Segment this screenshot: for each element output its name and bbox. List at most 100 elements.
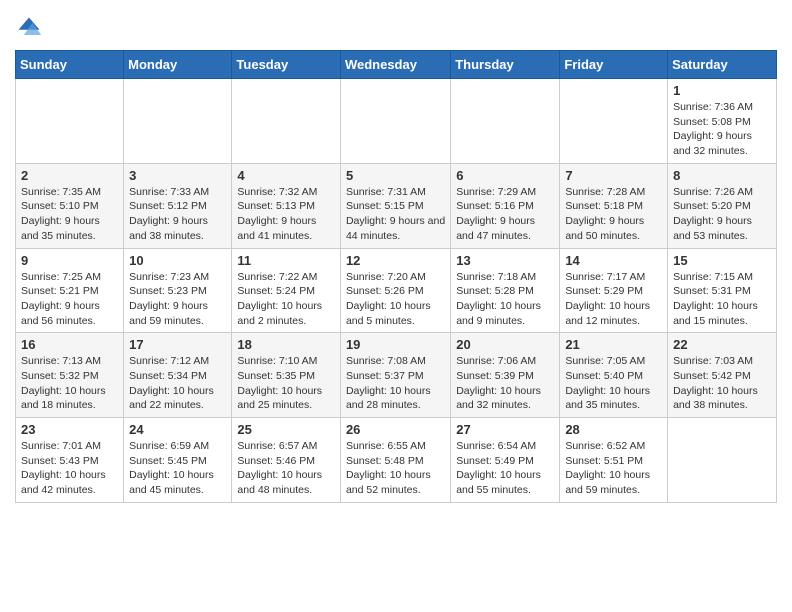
day-info: Sunrise: 7:08 AM Sunset: 5:37 PM Dayligh… [346,354,445,413]
day-info: Sunrise: 7:06 AM Sunset: 5:39 PM Dayligh… [456,354,554,413]
day-info: Sunrise: 7:15 AM Sunset: 5:31 PM Dayligh… [673,270,771,329]
calendar-cell: 19 Sunrise: 7:08 AM Sunset: 5:37 PM Dayli… [340,333,450,418]
calendar-week-row: 9 Sunrise: 7:25 AM Sunset: 5:21 PM Daylig… [16,248,777,333]
calendar-header-thursday: Thursday [451,51,560,79]
day-number: 4 [237,168,335,183]
calendar-cell: 12 Sunrise: 7:20 AM Sunset: 5:26 PM Dayli… [340,248,450,333]
calendar-cell: 10 Sunrise: 7:23 AM Sunset: 5:23 PM Dayli… [124,248,232,333]
calendar-cell: 26 Sunrise: 6:55 AM Sunset: 5:48 PM Dayli… [340,418,450,503]
calendar-cell: 16 Sunrise: 7:13 AM Sunset: 5:32 PM Dayli… [16,333,124,418]
calendar-cell: 1 Sunrise: 7:36 AM Sunset: 5:08 PM Daylig… [668,79,777,164]
calendar-header-sunday: Sunday [16,51,124,79]
day-number: 25 [237,422,335,437]
calendar-cell: 13 Sunrise: 7:18 AM Sunset: 5:28 PM Dayli… [451,248,560,333]
day-number: 3 [129,168,226,183]
calendar-cell: 20 Sunrise: 7:06 AM Sunset: 5:39 PM Dayli… [451,333,560,418]
calendar-cell [232,79,341,164]
calendar-cell: 17Sunrise: 7:12 AM Sunset: 5:34 PM Dayli… [124,333,232,418]
calendar-cell: 21 Sunrise: 7:05 AM Sunset: 5:40 PM Dayli… [560,333,668,418]
calendar-cell: 22 Sunrise: 7:03 AM Sunset: 5:42 PM Dayli… [668,333,777,418]
calendar-cell: 25Sunrise: 6:57 AM Sunset: 5:46 PM Dayli… [232,418,341,503]
calendar-cell: 11 Sunrise: 7:22 AM Sunset: 5:24 PM Dayli… [232,248,341,333]
calendar-page: SundayMondayTuesdayWednesdayThursdayFrid… [0,0,792,513]
day-number: 17 [129,337,226,352]
calendar-cell: 8Sunrise: 7:26 AM Sunset: 5:20 PM Daylig… [668,163,777,248]
day-number: 15 [673,253,771,268]
day-number: 27 [456,422,554,437]
calendar-cell: 23 Sunrise: 7:01 AM Sunset: 5:43 PM Dayli… [16,418,124,503]
calendar-cell [340,79,450,164]
calendar-cell [668,418,777,503]
day-number: 23 [21,422,118,437]
day-number: 20 [456,337,554,352]
day-number: 21 [565,337,662,352]
day-info: Sunrise: 7:31 AM Sunset: 5:15 PM Dayligh… [346,185,445,244]
day-number: 9 [21,253,118,268]
day-number: 5 [346,168,445,183]
day-number: 22 [673,337,771,352]
day-info: Sunrise: 7:13 AM Sunset: 5:32 PM Dayligh… [21,354,118,413]
calendar-header-row: SundayMondayTuesdayWednesdayThursdayFrid… [16,51,777,79]
calendar-week-row: 16 Sunrise: 7:13 AM Sunset: 5:32 PM Dayli… [16,333,777,418]
day-number: 11 [237,253,335,268]
day-number: 1 [673,83,771,98]
calendar-header-wednesday: Wednesday [340,51,450,79]
day-info: Sunrise: 7:10 AM Sunset: 5:35 PM Dayligh… [237,354,335,413]
calendar-cell: 3 Sunrise: 7:33 AM Sunset: 5:12 PM Daylig… [124,163,232,248]
day-info: Sunrise: 7:36 AM Sunset: 5:08 PM Dayligh… [673,100,771,159]
calendar-cell [451,79,560,164]
calendar-cell: 7Sunrise: 7:28 AM Sunset: 5:18 PM Daylig… [560,163,668,248]
day-info: Sunrise: 6:54 AM Sunset: 5:49 PM Dayligh… [456,439,554,498]
day-number: 19 [346,337,445,352]
day-number: 2 [21,168,118,183]
day-number: 10 [129,253,226,268]
day-number: 12 [346,253,445,268]
calendar-week-row: 23 Sunrise: 7:01 AM Sunset: 5:43 PM Dayli… [16,418,777,503]
day-info: Sunrise: 7:18 AM Sunset: 5:28 PM Dayligh… [456,270,554,329]
day-info: Sunrise: 6:55 AM Sunset: 5:48 PM Dayligh… [346,439,445,498]
day-info: Sunrise: 7:33 AM Sunset: 5:12 PM Dayligh… [129,185,226,244]
day-info: Sunrise: 6:59 AM Sunset: 5:45 PM Dayligh… [129,439,226,498]
calendar-cell: 18 Sunrise: 7:10 AM Sunset: 5:35 PM Dayli… [232,333,341,418]
day-info: Sunrise: 7:03 AM Sunset: 5:42 PM Dayligh… [673,354,771,413]
calendar-header-tuesday: Tuesday [232,51,341,79]
calendar-cell: 4 Sunrise: 7:32 AM Sunset: 5:13 PM Daylig… [232,163,341,248]
day-number: 8 [673,168,771,183]
calendar-cell: 27 Sunrise: 6:54 AM Sunset: 5:49 PM Dayli… [451,418,560,503]
day-info: Sunrise: 7:20 AM Sunset: 5:26 PM Dayligh… [346,270,445,329]
day-number: 6 [456,168,554,183]
day-info: Sunrise: 7:01 AM Sunset: 5:43 PM Dayligh… [21,439,118,498]
day-number: 16 [21,337,118,352]
calendar-header-monday: Monday [124,51,232,79]
day-info: Sunrise: 6:52 AM Sunset: 5:51 PM Dayligh… [565,439,662,498]
day-info: Sunrise: 7:35 AM Sunset: 5:10 PM Dayligh… [21,185,118,244]
calendar-cell: 15 Sunrise: 7:15 AM Sunset: 5:31 PM Dayli… [668,248,777,333]
day-number: 26 [346,422,445,437]
day-number: 7 [565,168,662,183]
calendar-table: SundayMondayTuesdayWednesdayThursdayFrid… [15,50,777,503]
calendar-cell [560,79,668,164]
day-info: Sunrise: 7:32 AM Sunset: 5:13 PM Dayligh… [237,185,335,244]
calendar-header-saturday: Saturday [668,51,777,79]
day-number: 14 [565,253,662,268]
day-info: Sunrise: 7:29 AM Sunset: 5:16 PM Dayligh… [456,185,554,244]
calendar-week-row: 1 Sunrise: 7:36 AM Sunset: 5:08 PM Daylig… [16,79,777,164]
day-number: 13 [456,253,554,268]
day-number: 24 [129,422,226,437]
calendar-cell: 28Sunrise: 6:52 AM Sunset: 5:51 PM Dayli… [560,418,668,503]
logo [15,14,47,42]
page-header [15,10,777,42]
calendar-cell: 6 Sunrise: 7:29 AM Sunset: 5:16 PM Daylig… [451,163,560,248]
calendar-week-row: 2 Sunrise: 7:35 AM Sunset: 5:10 PM Daylig… [16,163,777,248]
day-number: 18 [237,337,335,352]
day-info: Sunrise: 7:23 AM Sunset: 5:23 PM Dayligh… [129,270,226,329]
calendar-cell: 5 Sunrise: 7:31 AM Sunset: 5:15 PM Daylig… [340,163,450,248]
day-info: Sunrise: 7:25 AM Sunset: 5:21 PM Dayligh… [21,270,118,329]
day-info: Sunrise: 7:22 AM Sunset: 5:24 PM Dayligh… [237,270,335,329]
calendar-cell: 14 Sunrise: 7:17 AM Sunset: 5:29 PM Dayli… [560,248,668,333]
day-info: Sunrise: 7:17 AM Sunset: 5:29 PM Dayligh… [565,270,662,329]
calendar-cell: 24 Sunrise: 6:59 AM Sunset: 5:45 PM Dayli… [124,418,232,503]
calendar-cell [16,79,124,164]
calendar-header-friday: Friday [560,51,668,79]
day-info: Sunrise: 7:05 AM Sunset: 5:40 PM Dayligh… [565,354,662,413]
